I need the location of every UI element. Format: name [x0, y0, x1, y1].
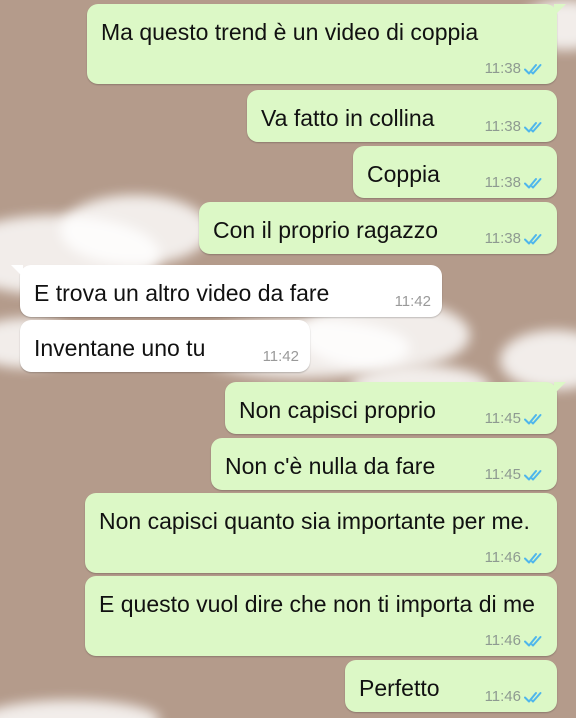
chat-message-outgoing[interactable]: Non capisci proprio 11:45	[225, 382, 566, 434]
double-check-icon	[524, 413, 542, 424]
double-check-icon	[524, 691, 542, 702]
double-check-icon	[524, 552, 542, 563]
message-meta: 11:42	[263, 348, 299, 365]
message-text: Va fatto in collina	[261, 105, 435, 131]
double-check-icon	[524, 635, 542, 646]
chat-message-outgoing[interactable]: Non c'è nulla da fare 11:45	[211, 438, 557, 490]
message-time: 11:45	[484, 410, 521, 427]
message-text: Inventane uno tu	[34, 335, 206, 361]
message-meta: 11:38	[485, 230, 546, 247]
message-time: 11:38	[484, 174, 521, 191]
message-meta: 11:46	[485, 688, 546, 705]
double-check-icon	[524, 63, 542, 74]
chat-message-incoming[interactable]: E trova un altro video da fare 11:42	[11, 265, 442, 317]
message-text: Coppia	[367, 161, 440, 187]
chat-message-outgoing[interactable]: Non capisci quanto sia importante per me…	[85, 493, 557, 573]
double-check-icon	[524, 233, 542, 244]
message-time: 11:38	[484, 230, 521, 247]
message-meta: 11:46	[485, 632, 546, 649]
message-time: 11:46	[484, 632, 521, 649]
message-meta: 11:45	[485, 466, 546, 483]
message-meta: 11:42	[395, 293, 431, 310]
message-text: Non capisci quanto sia importante per me…	[99, 508, 530, 534]
message-time: 11:38	[484, 60, 521, 77]
message-meta: 11:46	[485, 549, 546, 566]
message-time: 11:42	[394, 293, 431, 310]
chat-message-outgoing[interactable]: Ma questo trend è un video di coppia 11:…	[87, 4, 566, 84]
message-time: 11:38	[484, 118, 521, 135]
message-time: 11:46	[484, 688, 521, 705]
chat-message-outgoing[interactable]: Con il proprio ragazzo 11:38	[199, 202, 557, 254]
message-time: 11:46	[484, 549, 521, 566]
chat-message-outgoing[interactable]: Coppia 11:38	[353, 146, 557, 198]
message-text: Non capisci proprio	[239, 397, 436, 423]
message-time: 11:45	[484, 466, 521, 483]
double-check-icon	[524, 177, 542, 188]
double-check-icon	[524, 469, 542, 480]
message-meta: 11:38	[485, 118, 546, 135]
message-meta: 11:38	[485, 174, 546, 191]
message-text: Con il proprio ragazzo	[213, 217, 439, 243]
message-text: E trova un altro video da fare	[34, 280, 330, 306]
message-meta: 11:38	[485, 60, 546, 77]
double-check-icon	[524, 121, 542, 132]
message-text: Ma questo trend è un video di coppia	[101, 19, 479, 45]
message-text: Non c'è nulla da fare	[225, 453, 436, 479]
chat-message-outgoing[interactable]: E questo vuol dire che non ti importa di…	[85, 576, 557, 656]
message-time: 11:42	[262, 348, 299, 365]
chat-message-outgoing[interactable]: Perfetto 11:46	[345, 660, 557, 712]
message-text: E questo vuol dire che non ti importa di…	[99, 591, 535, 617]
message-meta: 11:45	[485, 410, 546, 427]
chat-message-outgoing[interactable]: Va fatto in collina 11:38	[247, 90, 557, 142]
chat-message-incoming[interactable]: Inventane uno tu 11:42	[20, 320, 310, 372]
message-text: Perfetto	[359, 675, 440, 701]
